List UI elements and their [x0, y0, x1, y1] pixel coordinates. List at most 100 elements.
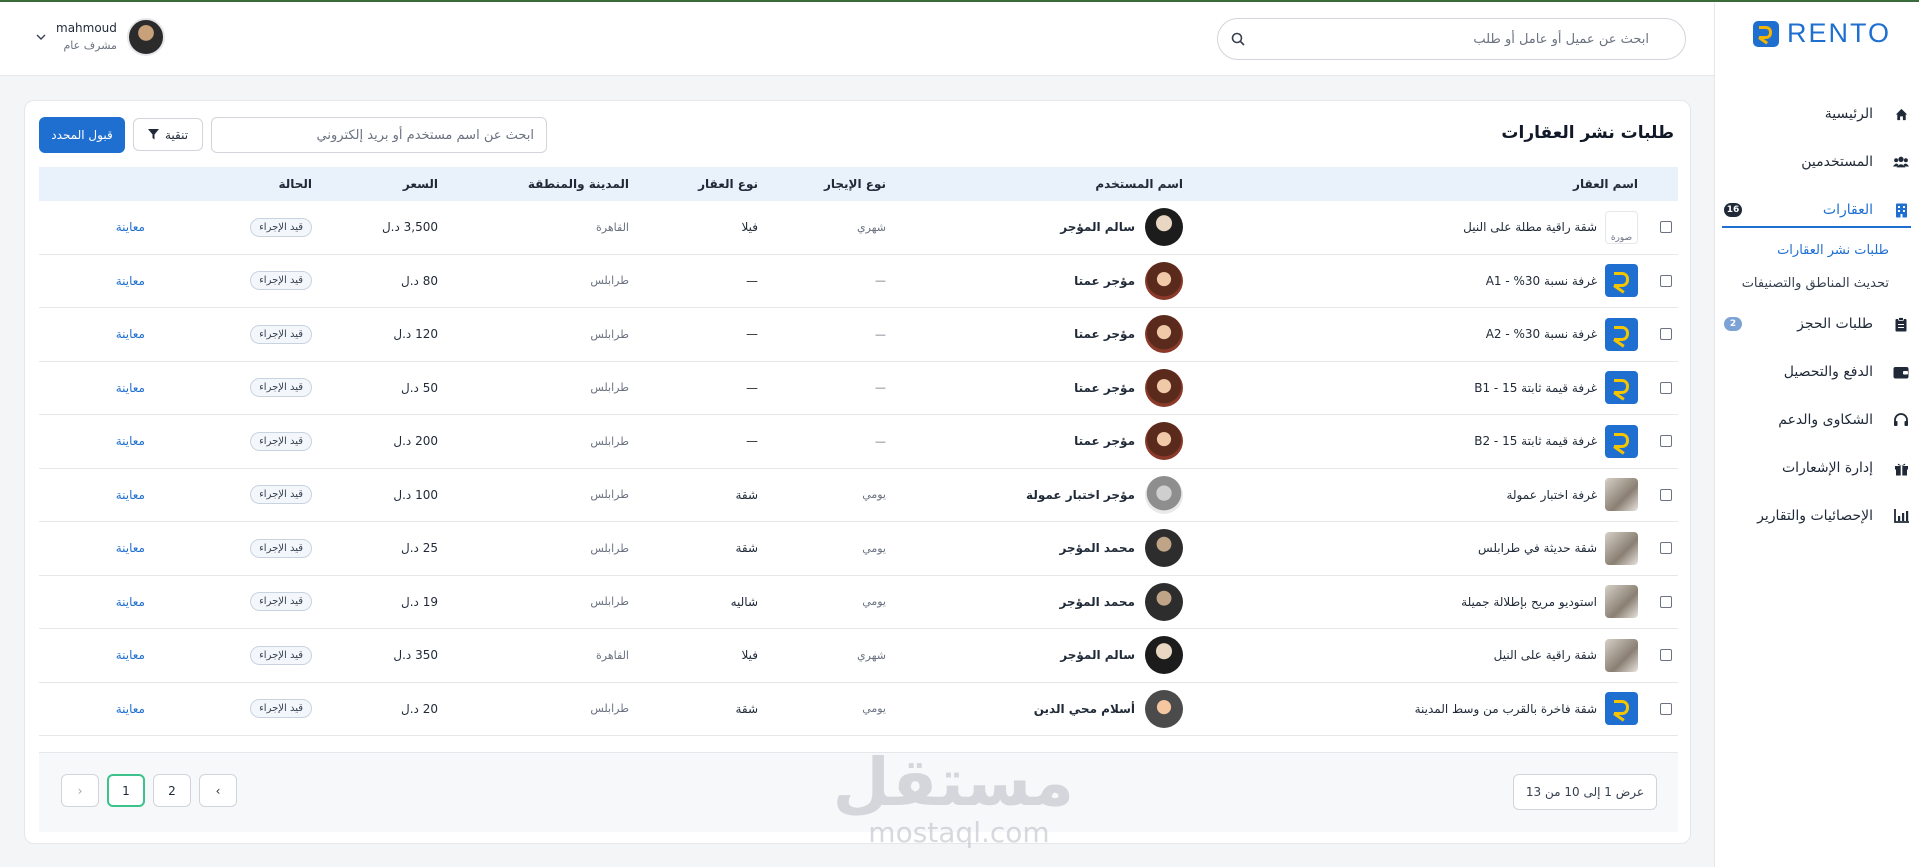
user-search-input[interactable]: ابحث عن اسم مستخدم أو بريد إلكتروني	[211, 117, 547, 153]
bookings-count-badge: 2	[1724, 317, 1742, 331]
property-type-cell: —	[746, 327, 758, 342]
col-header-property-type: نوع العقار	[698, 177, 758, 191]
price-cell: 3,500 د.ل	[381, 220, 438, 235]
user-cell: مؤجر اختبار عمولة	[1026, 469, 1183, 522]
status-badge: قيد الإجراء	[250, 699, 312, 719]
row-checkbox[interactable]	[1660, 702, 1672, 715]
thumbnail-alt-text: صورة	[1610, 232, 1633, 243]
property-type-cell: شاليه	[730, 594, 758, 609]
preview-link[interactable]: معاينة	[116, 362, 145, 415]
sidebar-item-label: طلبات الحجز	[1797, 316, 1873, 332]
brand-logo[interactable]: RENTO	[1752, 18, 1891, 49]
rento-logo-icon	[1752, 20, 1779, 47]
sidebar-item-reports[interactable]: الإحصائيات والتقارير	[1714, 492, 1919, 540]
avatar	[1145, 529, 1183, 568]
property-cell: غرفة نسبة 30% - A2	[1486, 308, 1638, 361]
page-button-2[interactable]: 2	[153, 774, 191, 807]
preview-link[interactable]: معاينة	[116, 522, 145, 575]
avatar	[1145, 636, 1183, 675]
preview-link[interactable]: معاينة	[116, 201, 145, 254]
avatar	[1145, 208, 1183, 247]
accept-selected-button[interactable]: قبول المحدد	[39, 117, 125, 153]
headset-icon	[1893, 412, 1909, 428]
table-row: غرفة نسبة 30% - A2 مؤجر عمتا — — طرابلس …	[39, 308, 1678, 362]
property-name: شقة فاخرة بالقرب من وسط المدينة	[1414, 701, 1597, 716]
top-header: mahmoud مشرف عام ابحث عن عميل أو عامل أو…	[0, 2, 1714, 76]
avatar	[1145, 261, 1183, 300]
preview-link[interactable]: معاينة	[116, 576, 145, 629]
next-page-button[interactable]: ›	[61, 774, 99, 807]
properties-subnav: طلبات نشر العقارات تحديث المناطق والتصني…	[1714, 234, 1919, 300]
requests-table: اسم العقار اسم المستخدم نوع الإيجار نوع …	[39, 167, 1678, 736]
user-info: mahmoud مشرف عام	[56, 20, 117, 54]
city-cell: طرابلس	[590, 274, 629, 288]
wallet-icon	[1893, 364, 1909, 380]
subnav-item-regions-categories[interactable]: تحديث المناطق والتصنيفات	[1714, 267, 1889, 300]
global-search-placeholder: ابحث عن عميل أو عامل أو طلب	[1473, 31, 1649, 47]
status-cell: قيد الإجراء	[250, 683, 312, 736]
rent-type-cell: يومي	[862, 488, 886, 502]
sidebar-item-home[interactable]: الرئيسية	[1714, 90, 1919, 138]
property-name: غرفة قيمة ثابتة 15 - B1	[1474, 380, 1597, 395]
user-name: مؤجر عمتا	[1074, 434, 1135, 449]
price-cell: 200 د.ل	[393, 434, 438, 449]
filter-button[interactable]: تنقية	[133, 118, 203, 151]
preview-link[interactable]: معاينة	[116, 415, 145, 468]
table-row: غرفة اختبار عمولة مؤجر اختبار عمولة يومي…	[39, 469, 1678, 522]
avatar[interactable]	[126, 18, 165, 56]
user-cell: أسلام محي الدين	[1034, 683, 1183, 736]
row-checkbox[interactable]	[1660, 542, 1672, 555]
user-role: مشرف عام	[63, 39, 117, 52]
row-checkbox[interactable]	[1660, 274, 1672, 287]
rent-type-cell: يومي	[862, 595, 886, 609]
sidebar-item-label: العقارات	[1822, 202, 1873, 218]
status-badge: قيد الإجراء	[250, 378, 312, 398]
sidebar-item-support[interactable]: الشكاوى والدعم	[1714, 396, 1919, 444]
col-header-city: المدينة والمنطقة	[527, 177, 629, 191]
sidebar-item-properties[interactable]: العقارات 16	[1714, 186, 1919, 234]
home-icon	[1893, 106, 1909, 122]
user-menu[interactable]: mahmoud مشرف عام	[36, 18, 165, 56]
preview-link[interactable]: معاينة	[116, 308, 145, 361]
sidebar: RENTO الرئيسية المستخدمين العقارات 16 طل…	[1714, 2, 1919, 867]
sidebar-item-label: الإحصائيات والتقارير	[1757, 508, 1873, 524]
row-checkbox[interactable]	[1660, 435, 1672, 448]
page-button-1[interactable]: 1	[107, 774, 145, 807]
preview-link[interactable]: معاينة	[116, 683, 145, 736]
sidebar-item-users[interactable]: المستخدمين	[1714, 138, 1919, 186]
sidebar-item-payments[interactable]: الدفع والتحصيل	[1714, 348, 1919, 396]
row-checkbox[interactable]	[1660, 381, 1672, 394]
row-checkbox[interactable]	[1660, 221, 1672, 234]
users-icon	[1893, 154, 1909, 170]
page-title: طلبات نشر العقارات	[1501, 123, 1674, 143]
property-cell: غرفة اختبار عمولة	[1506, 469, 1638, 522]
property-thumbnail	[1605, 692, 1638, 726]
prev-page-button[interactable]: ‹	[199, 774, 237, 807]
table-header: اسم العقار اسم المستخدم نوع الإيجار نوع …	[39, 167, 1678, 201]
property-thumbnail	[1605, 371, 1638, 405]
property-thumbnail	[1605, 264, 1638, 298]
row-checkbox[interactable]	[1660, 649, 1672, 662]
preview-link[interactable]: معاينة	[116, 629, 145, 682]
property-name: شقة حديثة في طرابلس	[1478, 541, 1597, 556]
preview-link[interactable]: معاينة	[116, 469, 145, 522]
clipboard-icon	[1893, 316, 1909, 332]
row-checkbox[interactable]	[1660, 488, 1672, 501]
user-name: مؤجر عمتا	[1074, 273, 1135, 288]
price-cell: 19 د.ل	[401, 594, 438, 609]
user-cell: سالم المؤجر	[1060, 201, 1183, 254]
row-checkbox[interactable]	[1660, 595, 1672, 608]
table-row: شقة فاخرة بالقرب من وسط المدينة أسلام مح…	[39, 683, 1678, 736]
preview-link[interactable]: معاينة	[116, 255, 145, 308]
sidebar-item-notifications[interactable]: إدارة الإشعارات	[1714, 444, 1919, 492]
sidebar-item-bookings[interactable]: طلبات الحجز 2	[1714, 300, 1919, 348]
property-type-cell: —	[746, 273, 758, 288]
col-header-status: الحالة	[278, 177, 312, 191]
property-thumbnail	[1605, 531, 1638, 565]
property-name: غرفة نسبة 30% - A2	[1485, 327, 1597, 342]
subnav-item-publish-requests[interactable]: طلبات نشر العقارات	[1714, 234, 1889, 267]
row-checkbox[interactable]	[1660, 328, 1672, 341]
property-thumbnail: صورة	[1605, 210, 1638, 244]
global-search-input[interactable]: ابحث عن عميل أو عامل أو طلب	[1217, 18, 1686, 60]
city-cell: طرابلس	[590, 541, 629, 555]
